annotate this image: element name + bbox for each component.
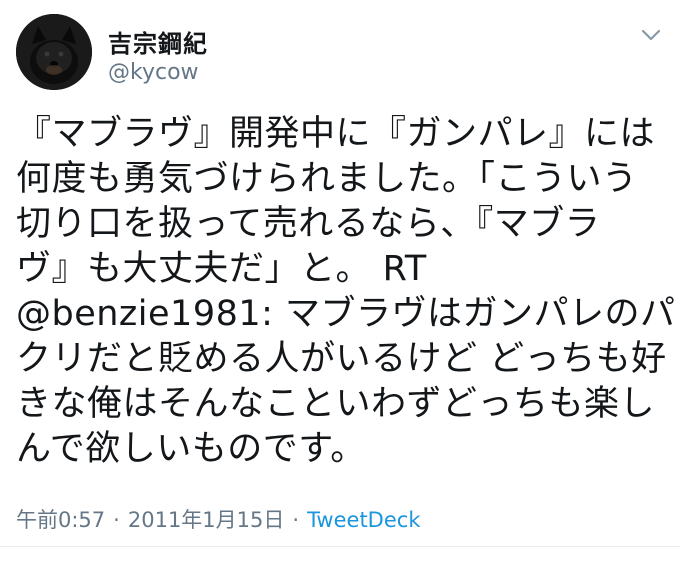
tweet-text-line: きな俺はそんなこといわずどっちも楽し [16,384,656,424]
meta-separator: · [113,508,120,532]
tweet-text-line: ヴ』も大丈夫だ」と。 RT [16,249,427,289]
tweet-meta: 午前0:57 · 2011年1月15日 · TweetDeck [16,504,420,534]
tweet-text-line: 切り口を扱って売れるなら、『マブラ [16,204,601,244]
tweet-time[interactable]: 午前0:57 [16,508,105,532]
tweet-text-line: んで欲しいものです。 [16,429,366,469]
tweet-card: 吉宗鋼紀 @kycow 『マブラヴ』開発中に『ガンパレ』には 何度も勇気づけられ… [0,0,680,566]
user-handle[interactable]: @kycow [108,60,199,85]
divider [0,546,680,547]
tweet-date[interactable]: 2011年1月15日 [128,508,285,532]
chevron-down-icon[interactable] [640,26,662,44]
tweet-text: 『マブラヴ』開発中に『ガンパレ』には 何度も勇気づけられました。「こういう 切り… [16,112,676,472]
tweet-text-line: 『マブラヴ』開発中に『ガンパレ』には [16,114,656,154]
display-name[interactable]: 吉宗鋼紀 [108,24,208,59]
tweet-source-link[interactable]: TweetDeck [307,508,420,532]
tweet-text-line: @benzie1981: マブラヴはガンパレのパ [16,294,676,334]
meta-separator: · [292,508,300,532]
tweet-text-line: 何度も勇気づけられました。「こういう [16,159,638,199]
tweet-text-line: クリだと貶める人がいるけど どっちも好 [16,339,667,379]
dog-avatar-icon [16,14,92,90]
avatar[interactable] [16,14,92,90]
